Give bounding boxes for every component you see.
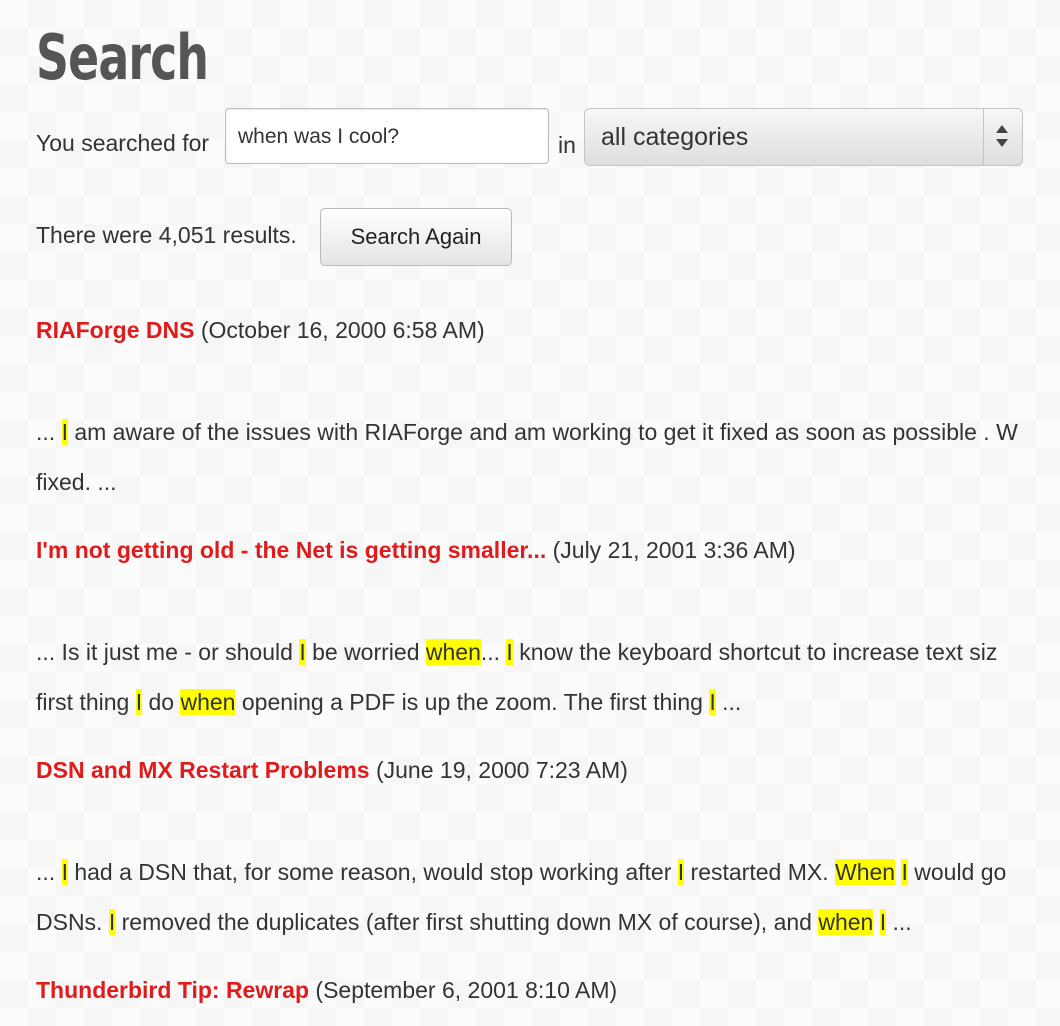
snippet-text: be worried: [305, 639, 426, 665]
snippet-text: know the keyboard shortcut to increase t…: [512, 639, 998, 665]
result-title-link[interactable]: DSN and MX Restart Problems: [36, 757, 370, 783]
snippet-text: am aware of the issues with RIAForge and…: [67, 419, 1018, 445]
highlighted-term: When: [834, 859, 896, 885]
result-count: There were 4,051 results.: [36, 222, 297, 248]
snippet-line: DSNs. I removed the duplicates (after fi…: [36, 897, 1006, 947]
result-title-link[interactable]: RIAForge DNS: [36, 317, 194, 343]
result-date: (July 21, 2001 3:36 AM): [546, 537, 796, 563]
result-title-row: Thunderbird Tip: Rewrap (September 6, 20…: [36, 977, 617, 1004]
result-snippet: ... I am aware of the issues with RIAFor…: [36, 407, 1018, 507]
category-select-value: all categories: [601, 123, 749, 151]
snippet-line: fixed. ...: [36, 457, 1018, 507]
snippet-text: had a DSN that, for some reason, would s…: [67, 859, 678, 885]
search-input[interactable]: when was I cool?: [225, 108, 549, 164]
result-snippet: ... Is it just me - or should I be worri…: [36, 627, 997, 727]
snippet-line: first thing I do when opening a PDF is u…: [36, 677, 997, 727]
snippet-text: first thing: [36, 689, 136, 715]
snippet-text: removed the duplicates (after first shut…: [115, 909, 819, 935]
snippet-text: ...: [715, 689, 742, 715]
snippet-text: restarted MX.: [684, 859, 835, 885]
highlighted-term: when: [818, 909, 874, 935]
snippet-text: [873, 909, 879, 935]
search-again-button[interactable]: Search Again: [320, 208, 512, 266]
category-select[interactable]: all categories: [584, 108, 1023, 166]
snippet-text: ... Is it just me - or should: [36, 639, 300, 665]
result-date: (June 19, 2000 7:23 AM): [369, 757, 628, 783]
page-title: Search: [36, 21, 209, 94]
snippet-text: do: [142, 689, 181, 715]
searched-for-label: You searched for: [36, 130, 210, 156]
snippet-text: ...: [36, 859, 62, 885]
result-date: (September 6, 2001 8:10 AM): [309, 977, 618, 1003]
result-snippet: ... I had a DSN that, for some reason, w…: [36, 847, 1006, 947]
result-date: (October 16, 2000 6:58 AM): [194, 317, 485, 343]
snippet-line: ... I am aware of the issues with RIAFor…: [36, 407, 1018, 457]
result-title-row: I'm not getting old - the Net is getting…: [36, 537, 796, 564]
highlighted-term: when: [425, 639, 481, 665]
snippet-text: ...: [480, 639, 507, 665]
snippet-text: ...: [36, 419, 62, 445]
result-title-link[interactable]: I'm not getting old - the Net is getting…: [36, 537, 546, 563]
snippet-line: ... Is it just me - or should I be worri…: [36, 627, 997, 677]
result-title-row: DSN and MX Restart Problems (June 19, 20…: [36, 757, 628, 784]
highlighted-term: when: [180, 689, 236, 715]
snippet-text: DSNs.: [36, 909, 109, 935]
snippet-line: ... I had a DSN that, for some reason, w…: [36, 847, 1006, 897]
snippet-text: ...: [886, 909, 912, 935]
result-title-row: RIAForge DNS (October 16, 2000 6:58 AM): [36, 317, 485, 344]
snippet-text: would go: [907, 859, 1007, 885]
snippet-text: opening a PDF is up the zoom. The first …: [235, 689, 710, 715]
in-label: in: [558, 132, 576, 158]
result-title-link[interactable]: Thunderbird Tip: Rewrap: [36, 977, 309, 1003]
snippet-text: fixed. ...: [36, 469, 117, 495]
select-arrows-icon: [983, 109, 1022, 165]
